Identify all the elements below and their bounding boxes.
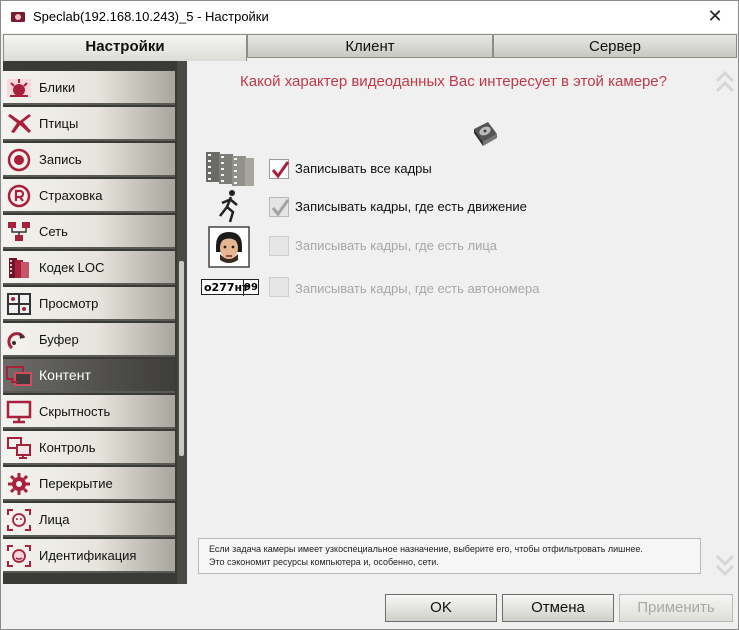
glare-icon [7, 79, 31, 97]
plate-region: 99 [243, 280, 258, 296]
sidebar-item-label: Страховка [39, 188, 103, 203]
film-codec-icon [9, 258, 29, 278]
sidebar-item-buffer[interactable]: Буфер [3, 323, 175, 357]
license-plate-icon: o277нт 99 [201, 279, 259, 296]
tab-bar: Настройки Клиент Сервер [3, 34, 737, 61]
sidebar-item-label: Птицы [39, 116, 79, 131]
film-stack-icon [206, 152, 254, 186]
gear-icon [8, 473, 30, 495]
running-man-icon [219, 190, 238, 223]
bird-icon [8, 114, 31, 133]
plate-number: o277нт [204, 281, 249, 294]
question-heading: Какой характер видеоданных Вас интересуе… [240, 73, 667, 90]
window-title: Speclab(192.168.10.243)_5 - Настройки [33, 9, 269, 24]
view-grid-icon [7, 293, 31, 315]
option-label: Записывать кадры, где есть автономера [295, 281, 540, 296]
face-frame-icon [7, 509, 31, 531]
scroll-down-chevron-icon[interactable] [714, 548, 736, 580]
record-icon [7, 148, 31, 172]
hard-disk-icon [474, 122, 497, 146]
scroll-up-chevron-icon[interactable] [714, 67, 736, 99]
monitor-icon [6, 400, 32, 424]
close-icon: ✕ [707, 6, 723, 26]
sidebar-item-label: Лица [39, 512, 70, 527]
sidebar-item-label: Сеть [39, 224, 68, 239]
checkbox-all-frames[interactable] [269, 159, 290, 179]
option-faces: Записывать кадры, где есть лица [188, 226, 718, 268]
title-bar: Speclab(192.168.10.243)_5 - Настройки ✕ [1, 1, 738, 33]
tab-client[interactable]: Клиент [247, 34, 493, 58]
check-mark-icon [271, 199, 290, 217]
option-all-frames: Записывать все кадры [188, 151, 718, 187]
sidebar-item-stealth[interactable]: Скрытность [3, 395, 175, 429]
option-label: Записывать все кадры [295, 161, 432, 176]
face-photo-icon [208, 226, 250, 268]
sidebar: Блики Птицы Запись Страховка Сеть Кодек … [3, 61, 187, 584]
sidebar-item-label: Буфер [39, 332, 79, 347]
app-icon [11, 12, 25, 22]
content-monitor-icon [6, 366, 32, 386]
sidebar-item-insurance[interactable]: Страховка [3, 179, 175, 213]
sidebar-item-label: Кодек LOC [39, 260, 105, 275]
sidebar-item-content[interactable]: Контент [3, 359, 175, 393]
check-mark-icon [271, 161, 290, 179]
ok-button[interactable]: OK [385, 594, 497, 622]
sidebar-item-control[interactable]: Контроль [3, 431, 175, 465]
sidebar-item-label: Запись [39, 152, 82, 167]
checkbox-plates[interactable] [269, 277, 289, 297]
sidebar-item-network[interactable]: Сеть [3, 215, 175, 249]
control-monitors-icon [7, 437, 31, 459]
settings-window: Speclab(192.168.10.243)_5 - Настройки ✕ … [0, 0, 739, 630]
sidebar-item-faces[interactable]: Лица [3, 503, 175, 537]
sidebar-item-label: Контроль [39, 440, 96, 455]
face-id-icon [7, 545, 31, 567]
sidebar-item-identification[interactable]: Идентификация [3, 539, 175, 573]
sidebar-scrollbar[interactable] [177, 61, 187, 584]
option-plates: o277нт 99 Записывать кадры, где есть авт… [188, 271, 718, 307]
sidebar-item-label: Контент [39, 367, 91, 383]
close-button[interactable]: ✕ [692, 1, 738, 33]
hint-box: Если задача камеры имеет узкоспециальное… [198, 538, 701, 574]
option-label: Записывать кадры, где есть лица [295, 238, 498, 253]
option-label: Записывать кадры, где есть движение [295, 199, 527, 214]
sidebar-item-label: Блики [39, 80, 76, 95]
tab-settings[interactable]: Настройки [3, 34, 247, 61]
apply-button[interactable]: Применить [619, 594, 733, 622]
tab-server[interactable]: Сервер [493, 34, 737, 58]
sidebar-item-birds[interactable]: Птицы [3, 107, 175, 141]
buffer-icon [7, 332, 26, 350]
sidebar-item-view[interactable]: Просмотр [3, 287, 175, 321]
sidebar-item-glare[interactable]: Блики [3, 71, 175, 105]
content-panel: Какой характер видеоданных Вас интересуе… [188, 61, 738, 586]
option-motion: Записывать кадры, где есть движение [188, 189, 718, 225]
network-icon [8, 222, 30, 241]
insurance-r-icon [7, 184, 31, 208]
hint-line-2: Это сэкономит ресурсы компьютера и, особ… [209, 557, 439, 567]
sidebar-item-label: Идентификация [39, 548, 137, 563]
sidebar-item-record[interactable]: Запись [3, 143, 175, 177]
sidebar-item-label: Просмотр [39, 296, 99, 311]
cancel-button[interactable]: Отмена [502, 594, 614, 622]
checkbox-motion[interactable] [269, 197, 290, 217]
sidebar-item-label: Скрытность [39, 404, 111, 419]
sidebar-scrollbar-thumb[interactable] [179, 261, 184, 456]
sidebar-item-codec[interactable]: Кодек LOC [3, 251, 175, 285]
sidebar-item-label: Перекрытие [39, 476, 113, 491]
hint-line-1: Если задача камеры имеет узкоспециальное… [209, 544, 643, 554]
sidebar-item-overlap[interactable]: Перекрытие [3, 467, 175, 501]
checkbox-faces[interactable] [269, 236, 289, 256]
